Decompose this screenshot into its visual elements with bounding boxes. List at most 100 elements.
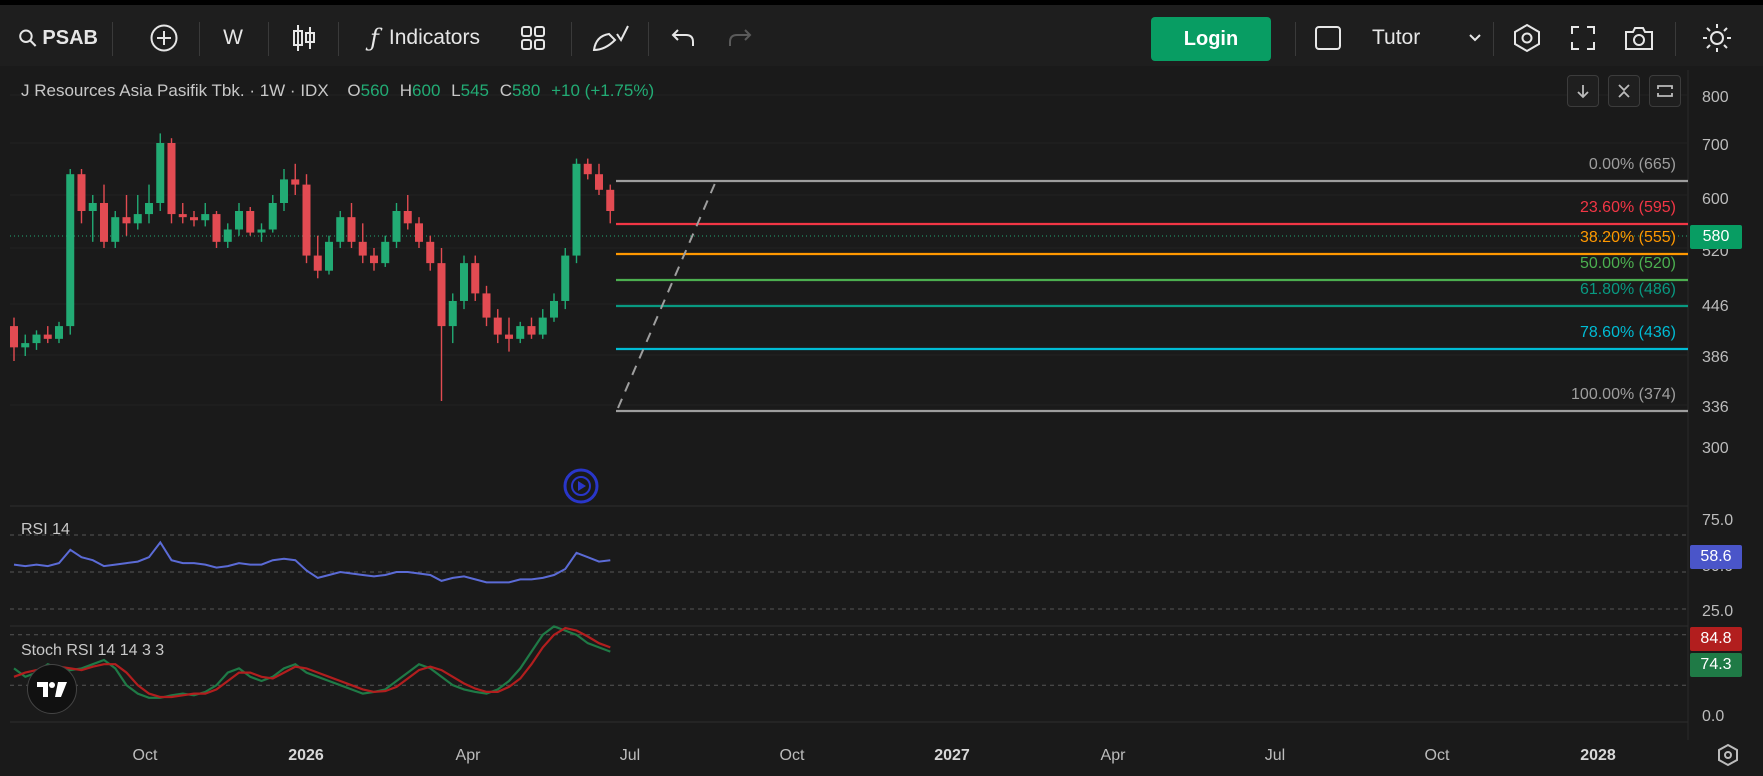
candle-body: [10, 326, 18, 348]
candle-body: [21, 343, 30, 348]
time-axis-label: Oct: [780, 747, 805, 764]
tradingview-logo[interactable]: [27, 664, 77, 714]
time-axis[interactable]: Oct 2026 Apr Jul Oct 2027 Apr Jul Oct 2028: [133, 747, 1616, 764]
candle-body: [235, 211, 243, 230]
candle-body: [291, 179, 300, 185]
fib-level-label: 100.00% (374): [1571, 386, 1676, 403]
legend-close: C580: [499, 81, 541, 100]
candle-body: [212, 214, 221, 242]
time-axis-label: 2026: [288, 747, 324, 764]
rsi-axis-tick: 75.0: [1702, 512, 1733, 529]
time-axis-label: 2027: [934, 747, 970, 764]
candle-body: [100, 203, 108, 242]
current-price-badge: 580: [1690, 225, 1742, 249]
candle-body: [190, 217, 198, 221]
candle-body: [448, 300, 457, 327]
candle-body: [313, 255, 322, 271]
price-axis[interactable]: 800700600520446386336300: [1702, 89, 1729, 457]
price-tick: 700: [1702, 137, 1729, 154]
candle-body: [471, 263, 480, 294]
time-axis-label: Jul: [620, 747, 640, 764]
candle-body: [122, 217, 131, 224]
rsi-axis-tick: 25.0: [1702, 603, 1733, 620]
fib-level-label: 78.60% (436): [1580, 324, 1676, 341]
maximize-pane-button[interactable]: [1649, 75, 1681, 107]
price-tick: 800: [1702, 89, 1729, 106]
collapse-icon: [1618, 84, 1630, 98]
candle-body: [415, 223, 423, 242]
price-tick: 300: [1702, 440, 1729, 457]
candle-body: [178, 214, 187, 218]
legend-title: J Resources Asia Pasifik Tbk. · 1W · IDX: [21, 81, 329, 100]
arrow-down-icon: [1577, 85, 1589, 99]
candle-body: [201, 214, 210, 221]
stoch-k-value-badge: 84.8: [1690, 627, 1742, 651]
candle-body: [246, 211, 255, 233]
time-axis-label: 2028: [1580, 747, 1616, 764]
time-axis-label: Apr: [1101, 747, 1127, 764]
candle-body: [347, 217, 356, 242]
candle-body: [223, 229, 232, 242]
tradingview-logo-icon: [37, 682, 67, 697]
candle-body: [370, 255, 378, 264]
chart-canvas[interactable]: 800700600520446386336300 0.00% (665)23.6…: [0, 0, 1763, 776]
stoch-rsi-label[interactable]: Stoch RSI 14 14 3 3: [21, 642, 164, 660]
candle-body: [111, 217, 120, 242]
symbol-legend[interactable]: J Resources Asia Pasifik Tbk. · 1W · IDX…: [21, 81, 654, 101]
candle-body: [595, 174, 603, 190]
candle-body: [381, 241, 390, 264]
time-axis-settings-icon[interactable]: [1718, 743, 1738, 767]
candle-body: [336, 217, 345, 242]
candle-body: [561, 255, 570, 301]
time-axis-label: Apr: [456, 747, 482, 764]
legend-low: L545: [451, 81, 489, 100]
candle-body: [460, 263, 468, 301]
candle-body: [66, 174, 75, 327]
candle-body: [392, 211, 401, 242]
maximize-icon: [1657, 85, 1673, 97]
candle-body: [606, 189, 615, 211]
candle-body: [133, 214, 142, 224]
candle-body: [55, 326, 63, 339]
scroll-down-button[interactable]: [1567, 75, 1599, 107]
fib-level-label: 23.60% (595): [1580, 199, 1676, 216]
rsi-label[interactable]: RSI 14: [21, 521, 70, 539]
candle-body: [43, 334, 52, 339]
time-axis-label: Jul: [1265, 747, 1285, 764]
time-axis-label: Oct: [133, 747, 158, 764]
rsi-value-badge: 58.6: [1690, 545, 1742, 569]
candle-body: [167, 143, 176, 215]
candle-body: [32, 334, 41, 344]
candle-body: [403, 211, 412, 224]
candle-body: [538, 317, 547, 335]
candle-body: [88, 203, 97, 211]
legend-open: O560: [347, 81, 390, 100]
legend-change: +10 (+1.75%): [551, 81, 655, 100]
candle-body: [550, 300, 558, 318]
fib-level-label: 50.00% (520): [1580, 255, 1676, 272]
collapse-pane-button[interactable]: [1608, 75, 1640, 107]
stoch-axis-tick: 0.0: [1702, 708, 1724, 725]
price-tick: 386: [1702, 349, 1729, 366]
candle-body: [268, 203, 277, 230]
candle-body: [77, 174, 86, 211]
price-tick: 600: [1702, 191, 1729, 208]
candle-body: [302, 184, 311, 256]
price-tick: 336: [1702, 399, 1729, 416]
price-tick: 446: [1702, 298, 1729, 315]
stoch-d-value-badge: 74.3: [1690, 653, 1742, 677]
candle-body: [156, 143, 165, 203]
fib-level-label: 61.80% (486): [1580, 281, 1676, 298]
legend-high: H600: [399, 81, 441, 100]
fib-level-label: 0.00% (665): [1589, 156, 1676, 173]
fib-level-label: 38.20% (555): [1580, 229, 1676, 246]
candle-body: [426, 241, 435, 264]
candle-body: [493, 317, 502, 335]
candle-body: [325, 241, 333, 271]
candle-body: [280, 179, 288, 203]
candle-body: [145, 203, 153, 215]
candle-body: [437, 263, 446, 327]
candle-body: [527, 326, 536, 335]
candle-body: [572, 163, 581, 256]
candle-body: [583, 163, 592, 175]
